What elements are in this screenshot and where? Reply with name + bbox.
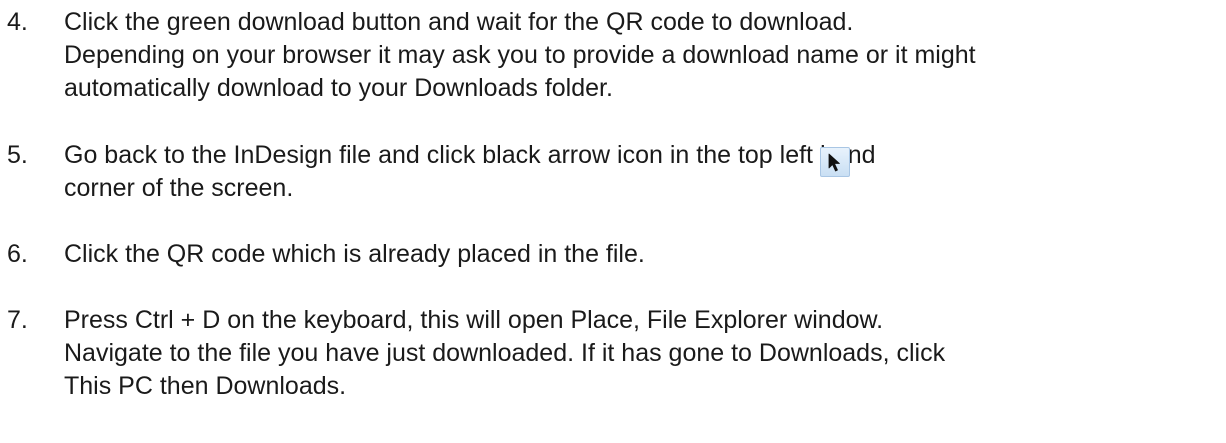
step-text-line: Navigate to the file you have just downl… (64, 339, 946, 367)
arrow-cursor-icon (828, 153, 840, 172)
step-text-line: automatically download to your Downloads… (64, 74, 613, 102)
step-number: 7. (7, 306, 28, 334)
step-number: 6. (7, 240, 28, 268)
step-text-line: Click the QR code which is already place… (64, 240, 645, 268)
step-text-line: Go back to the InDesign file and click b… (64, 141, 876, 169)
step-text-line: Depending on your browser it may ask you… (64, 41, 976, 69)
step-text-line: corner of the screen. (64, 174, 294, 202)
selection-tool-arrow-icon (820, 147, 850, 177)
step-number: 4. (7, 8, 28, 36)
step-number: 5. (7, 141, 28, 169)
step-text-line: Click the green download button and wait… (64, 8, 854, 36)
step-text-line: Press Ctrl + D on the keyboard, this wil… (64, 306, 884, 334)
step-text-line: This PC then Downloads. (64, 372, 347, 400)
